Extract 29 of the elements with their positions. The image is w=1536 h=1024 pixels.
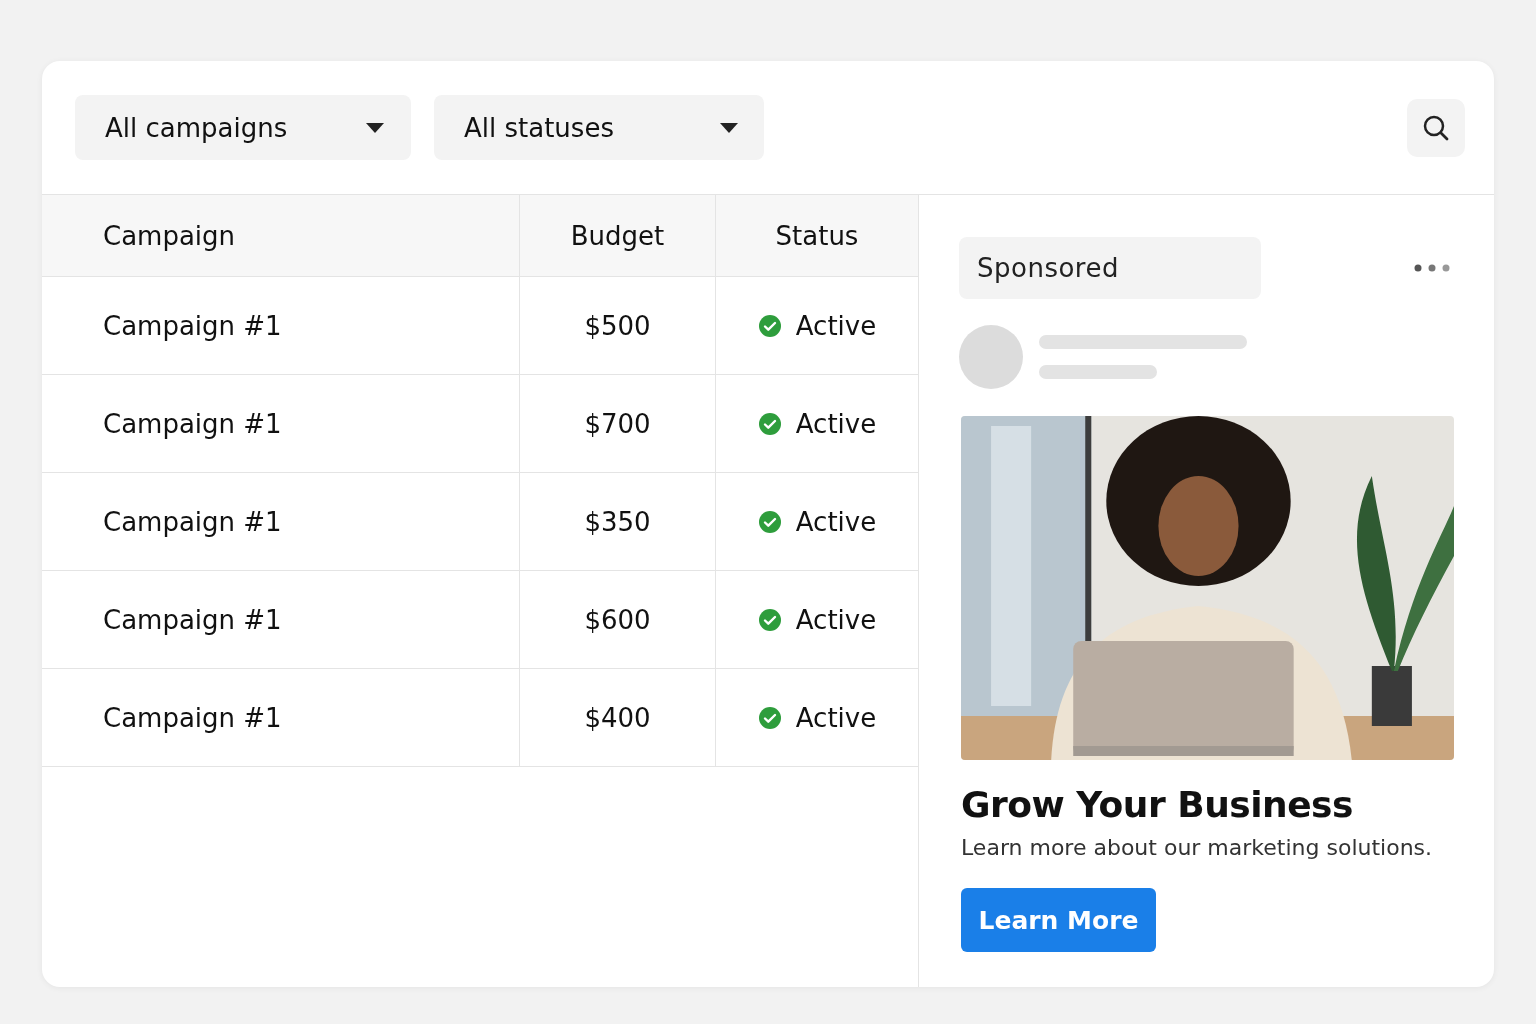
ad-title: Grow Your Business [961, 784, 1354, 825]
status-text: Active [795, 702, 877, 733]
more-icon[interactable] [1414, 264, 1450, 272]
table-cell: Campaign #1 [42, 571, 520, 668]
status-text: Active [795, 506, 877, 537]
status-text: Active [795, 310, 877, 341]
search-button[interactable] [1407, 98, 1465, 157]
caret-icon [720, 122, 738, 133]
search-icon [1422, 113, 1450, 142]
table-cell: $500 [520, 277, 716, 374]
table-cell: Campaign #1 [42, 669, 520, 766]
status-text: Active [795, 408, 877, 439]
filter-dropdown[interactable]: All statuses [434, 95, 764, 160]
table-cell: Campaign #1 [42, 473, 520, 570]
learn-more-button[interactable]: Learn More [961, 888, 1156, 952]
filter-dropdown[interactable]: All campaigns [75, 95, 411, 160]
table-cell: $400 [520, 669, 716, 766]
caret-icon [366, 122, 384, 133]
sponsored-label: Sponsored [959, 237, 1261, 299]
table-cell: Campaign #1 [42, 277, 520, 374]
column-header: Status [774, 219, 860, 253]
ad-description: Learn more about our marketing solutions. [961, 835, 1434, 860]
column-header: Budget [520, 195, 716, 276]
table-cell: Campaign #1 [42, 375, 520, 472]
status-text: Active [795, 604, 877, 635]
table-cell: $600 [520, 571, 716, 668]
column-header: Campaign [42, 195, 520, 276]
table-cell: $700 [520, 375, 716, 472]
table-cell: $350 [520, 473, 716, 570]
